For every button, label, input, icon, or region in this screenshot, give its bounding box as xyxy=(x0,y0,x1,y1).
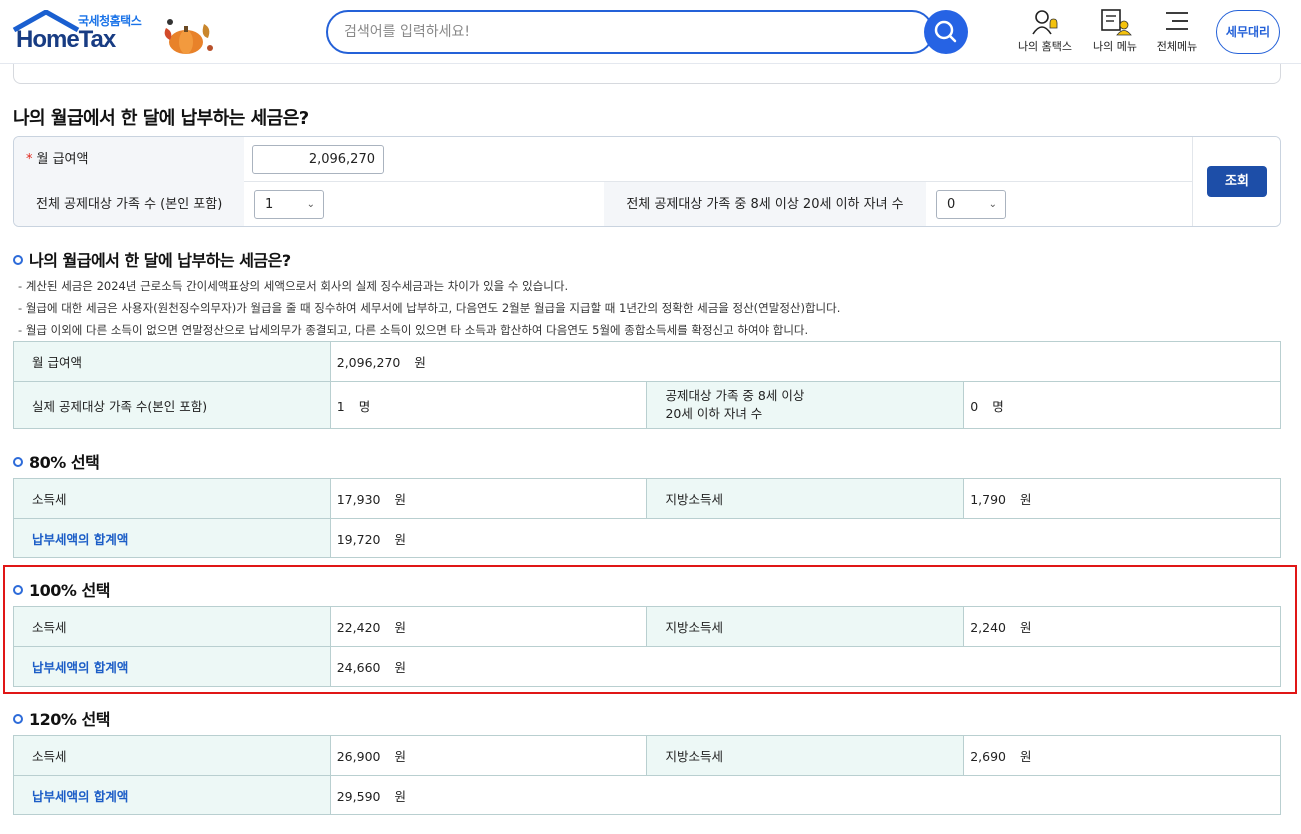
income-tax-label: 소득세 xyxy=(13,735,331,776)
query-button-cell: 조회 xyxy=(1192,137,1280,226)
result-heading-text: 나의 월급에서 한 달에 납부하는 세금은? xyxy=(29,251,291,270)
my-menu-label: 나의 메뉴 xyxy=(1093,40,1137,53)
unit: 원 xyxy=(1020,749,1032,764)
bullet-circle-icon xyxy=(13,714,23,724)
children-count-label: 공제대상 가족 중 8세 이상 20세 이하 자녀 수 xyxy=(646,381,965,429)
salary-value-cell: 2,096,270 원 xyxy=(329,341,1282,382)
option-80-heading: 80% 선택 xyxy=(13,449,100,473)
option-title: 80% 선택 xyxy=(29,453,100,472)
option-120-heading: 120% 선택 xyxy=(13,706,110,730)
local-tax-label: 지방소득세 xyxy=(646,478,965,519)
tax-agent-button[interactable]: 세무대리 xyxy=(1216,10,1280,54)
result-notes: 계산된 세금은 2024년 근로소득 간이세액표상의 세액으로서 회사의 실제 … xyxy=(18,275,841,341)
salary-value: 2,096,270 xyxy=(336,355,401,370)
note-line: 월급에 대한 세금은 사용자(원천징수의무자)가 월급을 줄 때 징수하여 세무… xyxy=(18,297,841,319)
hamburger-icon xyxy=(1166,12,1188,30)
my-hometax-button[interactable]: 나의 홈택스 xyxy=(1012,8,1078,58)
unit: 원 xyxy=(394,749,406,764)
table-row: 실제 공제대상 가족 수(본인 포함) 1명 공제대상 가족 중 8세 이상 20… xyxy=(13,381,1281,429)
bullet-circle-icon xyxy=(13,255,23,265)
option-80-table: 소득세 17,930 원 지방소득세 1,790 원 납부세액의 합계액 19,72… xyxy=(13,478,1282,558)
table-row: 납부세액의 합계액 29,590 원 xyxy=(13,775,1282,815)
income-tax-value: 26,900 xyxy=(336,749,381,764)
unit: 원 xyxy=(1020,492,1032,507)
hometax-logo[interactable]: 국세청홈택스 HomeTax xyxy=(12,8,222,58)
family-count-cell: 1명 xyxy=(329,381,648,429)
pumpkin-icon xyxy=(164,19,213,54)
salary-label: 월 급여액 xyxy=(13,341,331,382)
table-row: 월 급여액 2,096,270 원 xyxy=(13,341,1282,382)
result-heading: 나의 월급에서 한 달에 납부하는 세금은? xyxy=(13,247,291,271)
top-header: 국세청홈택스 HomeTax 나의 홈택스 xyxy=(0,0,1301,64)
family-count-label: 전체 공제대상 가족 수 (본인 포함) xyxy=(14,182,244,226)
total-tax-cell: 19,720 원 xyxy=(329,518,1282,558)
search-icon xyxy=(934,20,957,43)
children-label-line2: 20세 이하 자녀 수 xyxy=(665,406,763,421)
page-title: 나의 월급에서 한 달에 납부하는 세금은? xyxy=(13,108,309,129)
unit: 원 xyxy=(414,355,426,370)
all-menu-label: 전체메뉴 xyxy=(1156,40,1198,53)
note-line: 계산된 세금은 2024년 근로소득 간이세액표상의 세액으로서 회사의 실제 … xyxy=(18,275,840,297)
menu-user-icon xyxy=(1101,9,1132,36)
family-count-value: 1 xyxy=(336,398,345,414)
my-hometax-label: 나의 홈택스 xyxy=(1017,40,1073,53)
children-count-value: 0 xyxy=(970,398,979,414)
bullet-circle-icon xyxy=(13,457,23,467)
children-count-cell: 0명 xyxy=(963,381,1281,429)
children-count-label: 전체 공제대상 가족 중 8세 이상 20세 이하 자녀 수 xyxy=(604,182,926,226)
unit: 원 xyxy=(394,531,406,547)
chevron-down-icon: ⌄ xyxy=(988,199,997,210)
total-tax-label: 납부세액의 합계액 xyxy=(13,775,331,815)
logo-title: HomeTax xyxy=(16,26,116,53)
chevron-down-icon: ⌄ xyxy=(306,199,315,210)
total-tax-value: 19,720 xyxy=(336,531,381,547)
family-count-label: 실제 공제대상 가족 수(본인 포함) xyxy=(13,381,331,429)
collapsed-info-box xyxy=(13,64,1281,84)
my-menu-button[interactable]: 나의 메뉴 xyxy=(1088,8,1142,58)
all-menu-button[interactable]: 전체메뉴 xyxy=(1150,8,1204,58)
calc-form: *월 급여액 전체 공제대상 가족 수 (본인 포함) 1 ⌄ 전체 공제대상 … xyxy=(13,136,1281,227)
option-120-table: 소득세 26,900 원 지방소득세 2,690 원 납부세액의 합계액 29,59… xyxy=(13,735,1282,815)
search-input[interactable] xyxy=(344,12,904,52)
children-label-line1: 공제대상 가족 중 8세 이상 xyxy=(665,388,805,403)
family-count-value: 1 xyxy=(265,197,274,212)
salary-label-text: 월 급여액 xyxy=(36,152,89,167)
unit: 명 xyxy=(358,398,371,414)
income-tax-value: 17,930 xyxy=(336,492,381,507)
table-row: 소득세 17,930 원 지방소득세 1,790 원 xyxy=(13,478,1281,519)
required-mark: * xyxy=(26,152,33,167)
unit: 원 xyxy=(394,492,406,507)
local-tax-cell: 1,790 원 xyxy=(963,478,1281,519)
family-count-select[interactable]: 1 ⌄ xyxy=(254,190,324,219)
salary-input[interactable] xyxy=(252,145,384,174)
income-tax-cell: 26,900 원 xyxy=(329,735,648,776)
income-tax-cell: 17,930 원 xyxy=(329,478,648,519)
children-count-value: 0 xyxy=(947,197,956,212)
unit: 명 xyxy=(992,398,1004,414)
total-tax-label: 납부세액의 합계액 xyxy=(13,518,331,558)
user-bell-icon xyxy=(1032,10,1058,35)
total-tax-cell: 29,590 원 xyxy=(329,775,1282,815)
local-tax-label: 지방소득세 xyxy=(646,735,965,776)
salary-label: * 월 급여액 xyxy=(14,137,244,182)
highlight-box xyxy=(3,565,1297,694)
search-box xyxy=(326,10,934,54)
table-row: 소득세 26,900 원 지방소득세 2,690 원 xyxy=(13,735,1281,776)
table-row: 납부세액의 합계액 19,720 원 xyxy=(13,518,1282,558)
query-button[interactable]: 조회 xyxy=(1207,166,1267,197)
option-title: 120% 선택 xyxy=(29,710,110,729)
search-button[interactable] xyxy=(924,10,968,54)
local-tax-value: 1,790 xyxy=(970,492,1007,507)
total-tax-value: 29,590 xyxy=(336,788,381,804)
income-tax-label: 소득세 xyxy=(13,478,331,519)
note-line: 월급 이외에 다른 소득이 없으면 연말정산으로 납세의무가 종결되고, 다른 … xyxy=(18,319,840,341)
unit: 원 xyxy=(394,788,406,804)
local-tax-value: 2,690 xyxy=(970,749,1007,764)
result-summary-table: 월 급여액 2,096,270 원 실제 공제대상 가족 수(본인 포함) 1명 … xyxy=(13,341,1282,429)
local-tax-cell: 2,690 원 xyxy=(963,735,1281,776)
children-count-select[interactable]: 0 ⌄ xyxy=(936,190,1006,219)
